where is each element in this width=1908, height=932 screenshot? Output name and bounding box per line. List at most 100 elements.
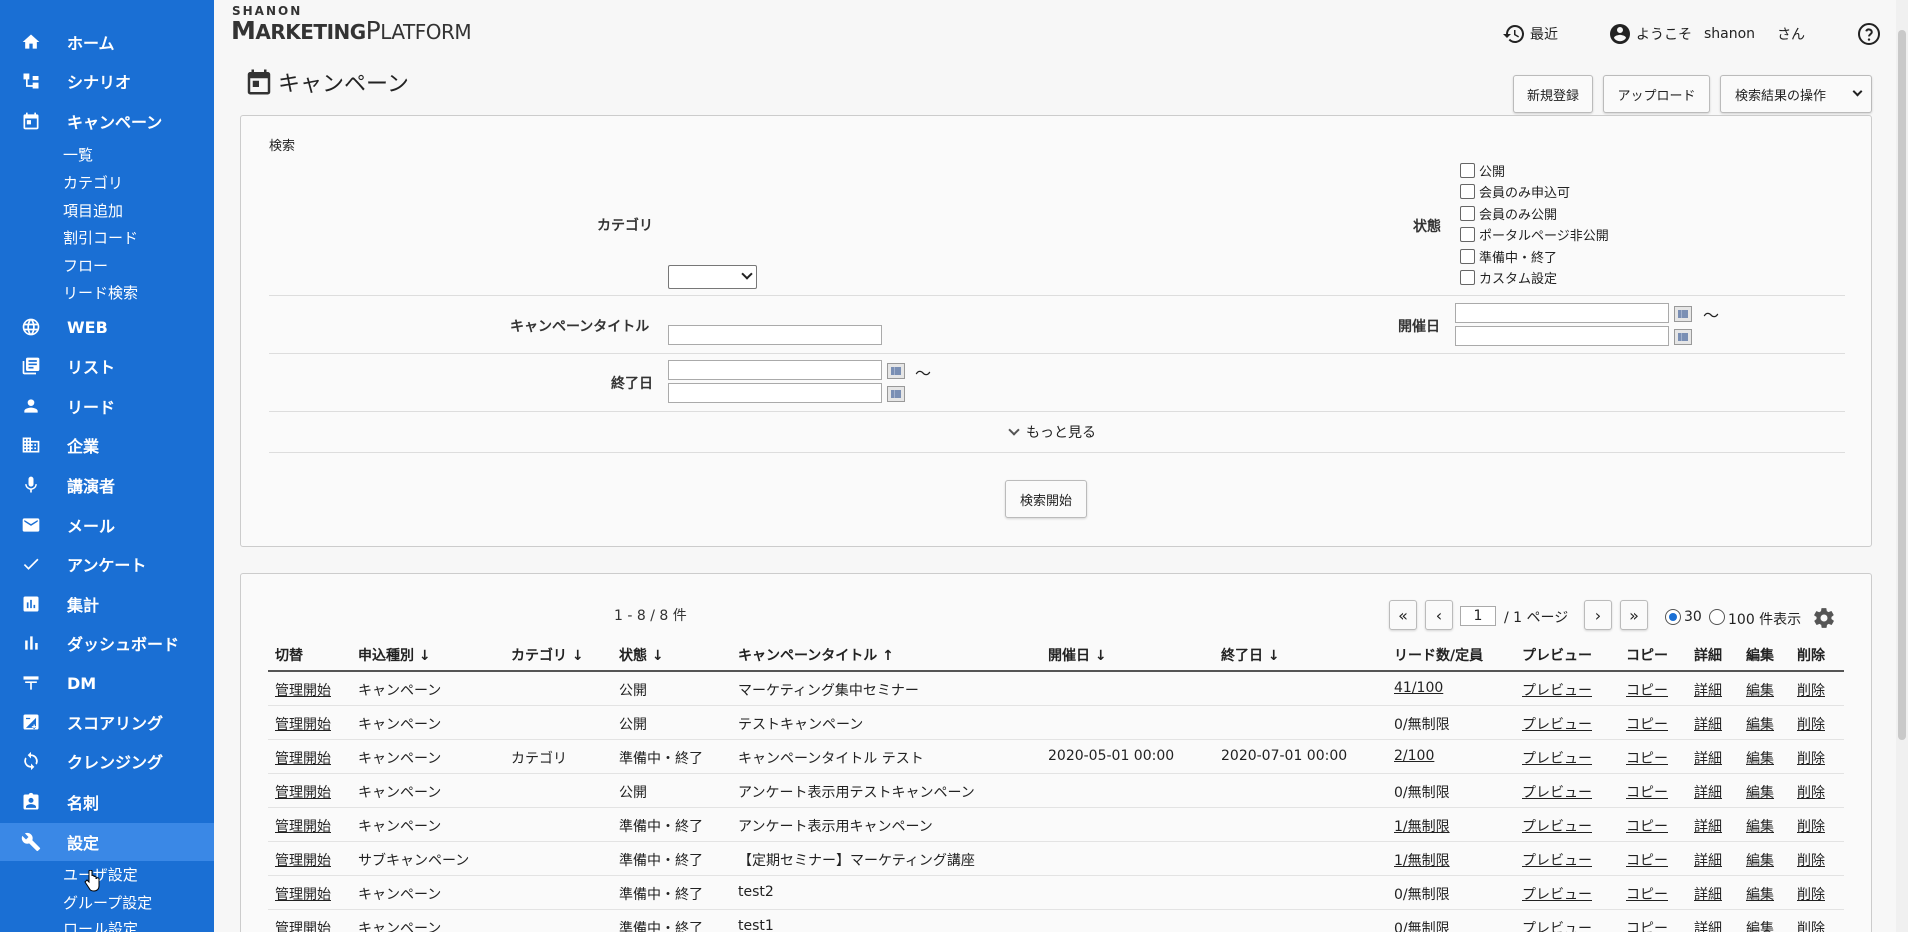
calendar-icon[interactable]: [1674, 329, 1692, 345]
edit-link[interactable]: 編集: [1746, 714, 1774, 734]
sidebar-item-campaign[interactable]: キャンペーン: [0, 103, 214, 139]
end-date-to-input[interactable]: [668, 383, 882, 403]
page-scrollbar[interactable]: [1896, 0, 1908, 932]
detail-link[interactable]: 詳細: [1694, 816, 1722, 836]
detail-link[interactable]: 詳細: [1694, 680, 1722, 700]
checkbox[interactable]: [1460, 206, 1475, 221]
status-option-public[interactable]: 公開: [1460, 161, 1505, 180]
edit-link[interactable]: 編集: [1746, 850, 1774, 870]
sidebar-sub-flow[interactable]: フロー: [63, 255, 108, 276]
status-option-preparing-ended[interactable]: 準備中・終了: [1460, 247, 1557, 266]
sidebar-item-home[interactable]: ホーム: [0, 24, 214, 60]
start-date-to-input[interactable]: [1455, 326, 1669, 346]
switch-link[interactable]: 管理開始: [275, 680, 331, 700]
cell-leads[interactable]: 1/無制限: [1394, 816, 1450, 836]
edit-link[interactable]: 編集: [1746, 680, 1774, 700]
detail-link[interactable]: 詳細: [1694, 884, 1722, 904]
switch-link[interactable]: 管理開始: [275, 714, 331, 734]
switch-link[interactable]: 管理開始: [275, 918, 331, 932]
end-date-from-input[interactable]: [668, 360, 882, 380]
gear-icon[interactable]: [1812, 606, 1836, 630]
preview-link[interactable]: プレビュー: [1522, 918, 1592, 932]
switch-link[interactable]: 管理開始: [275, 884, 331, 904]
copy-link[interactable]: コピー: [1626, 714, 1668, 734]
last-page-button[interactable]: »: [1620, 600, 1648, 630]
delete-link[interactable]: 削除: [1797, 884, 1825, 904]
col-header-start[interactable]: 開催日 ↓: [1048, 645, 1107, 665]
edit-link[interactable]: 編集: [1746, 748, 1774, 768]
delete-link[interactable]: 削除: [1797, 850, 1825, 870]
edit-link[interactable]: 編集: [1746, 782, 1774, 802]
sidebar-item-web[interactable]: WEB: [0, 309, 214, 345]
copy-link[interactable]: コピー: [1626, 782, 1668, 802]
page-number-input[interactable]: 1: [1460, 606, 1496, 626]
preview-link[interactable]: プレビュー: [1522, 816, 1592, 836]
help-icon[interactable]: [1857, 22, 1881, 46]
copy-link[interactable]: コピー: [1626, 748, 1668, 768]
preview-link[interactable]: プレビュー: [1522, 782, 1592, 802]
detail-link[interactable]: 詳細: [1694, 748, 1722, 768]
sidebar-sub-lead-search[interactable]: リード検索: [63, 282, 138, 303]
cell-leads[interactable]: 2/100: [1394, 748, 1434, 764]
sidebar-sub-category[interactable]: カテゴリ: [63, 172, 123, 193]
preview-link[interactable]: プレビュー: [1522, 850, 1592, 870]
edit-link[interactable]: 編集: [1746, 918, 1774, 932]
per-page-100-radio[interactable]: [1709, 609, 1725, 625]
scrollbar-thumb[interactable]: [1898, 30, 1906, 740]
detail-link[interactable]: 詳細: [1694, 782, 1722, 802]
switch-link[interactable]: 管理開始: [275, 782, 331, 802]
calendar-icon[interactable]: [887, 363, 905, 379]
user-menu[interactable]: ようこそ shanon さん: [1608, 22, 1805, 46]
cell-leads[interactable]: 41/100: [1394, 680, 1443, 696]
start-date-from-input[interactable]: [1455, 303, 1669, 323]
sidebar-item-scoring[interactable]: スコアリング: [0, 704, 214, 740]
sidebar-item-speaker[interactable]: 講演者: [0, 467, 214, 503]
preview-link[interactable]: プレビュー: [1522, 748, 1592, 768]
preview-link[interactable]: プレビュー: [1522, 884, 1592, 904]
per-page-30-radio[interactable]: [1665, 609, 1681, 625]
sidebar-sub-user-settings[interactable]: ユーザ設定: [63, 864, 138, 885]
switch-link[interactable]: 管理開始: [275, 850, 331, 870]
col-header-type[interactable]: 申込種別 ↓: [358, 645, 431, 665]
delete-link[interactable]: 削除: [1797, 748, 1825, 768]
switch-link[interactable]: 管理開始: [275, 816, 331, 836]
checkbox[interactable]: [1460, 163, 1475, 178]
sidebar-sub-role-settings[interactable]: ロール設定: [63, 918, 138, 932]
sidebar-sub-discount-code[interactable]: 割引コード: [63, 227, 138, 248]
copy-link[interactable]: コピー: [1626, 816, 1668, 836]
status-option-members-apply[interactable]: 会員のみ申込可: [1460, 182, 1570, 201]
sidebar-item-aggregate[interactable]: 集計: [0, 586, 214, 622]
checkbox[interactable]: [1460, 270, 1475, 285]
sidebar-item-dm[interactable]: DM: [0, 665, 214, 701]
sidebar-sub-group-settings[interactable]: グループ設定: [63, 892, 152, 913]
sidebar-item-scenario[interactable]: シナリオ: [0, 63, 214, 99]
new-button[interactable]: 新規登録: [1513, 75, 1593, 113]
delete-link[interactable]: 削除: [1797, 680, 1825, 700]
sidebar-item-mail[interactable]: メール: [0, 507, 214, 543]
col-header-title[interactable]: キャンペーンタイトル ↑: [738, 645, 894, 665]
category-select[interactable]: [668, 265, 757, 289]
sidebar-sub-add-field[interactable]: 項目追加: [63, 200, 123, 221]
checkbox[interactable]: [1460, 227, 1475, 242]
menu-icon[interactable]: [22, 0, 46, 8]
search-submit-button[interactable]: 検索開始: [1005, 480, 1087, 518]
recent-button[interactable]: 最近: [1502, 22, 1558, 46]
status-option-members-public[interactable]: 会員のみ公開: [1460, 204, 1557, 223]
detail-link[interactable]: 詳細: [1694, 850, 1722, 870]
calendar-icon[interactable]: [887, 386, 905, 402]
sidebar-item-cleansing[interactable]: クレンジング: [0, 743, 214, 779]
sidebar-item-list[interactable]: リスト: [0, 348, 214, 384]
checkbox[interactable]: [1460, 249, 1475, 264]
first-page-button[interactable]: «: [1389, 600, 1417, 630]
delete-link[interactable]: 削除: [1797, 782, 1825, 802]
detail-link[interactable]: 詳細: [1694, 918, 1722, 932]
preview-link[interactable]: プレビュー: [1522, 714, 1592, 734]
checkbox[interactable]: [1460, 184, 1475, 199]
preview-link[interactable]: プレビュー: [1522, 680, 1592, 700]
delete-link[interactable]: 削除: [1797, 918, 1825, 932]
copy-link[interactable]: コピー: [1626, 884, 1668, 904]
campaign-title-input[interactable]: [668, 325, 882, 345]
show-more-toggle[interactable]: もっと見る: [1008, 422, 1096, 442]
sidebar-item-settings[interactable]: 設定: [0, 823, 214, 861]
delete-link[interactable]: 削除: [1797, 816, 1825, 836]
